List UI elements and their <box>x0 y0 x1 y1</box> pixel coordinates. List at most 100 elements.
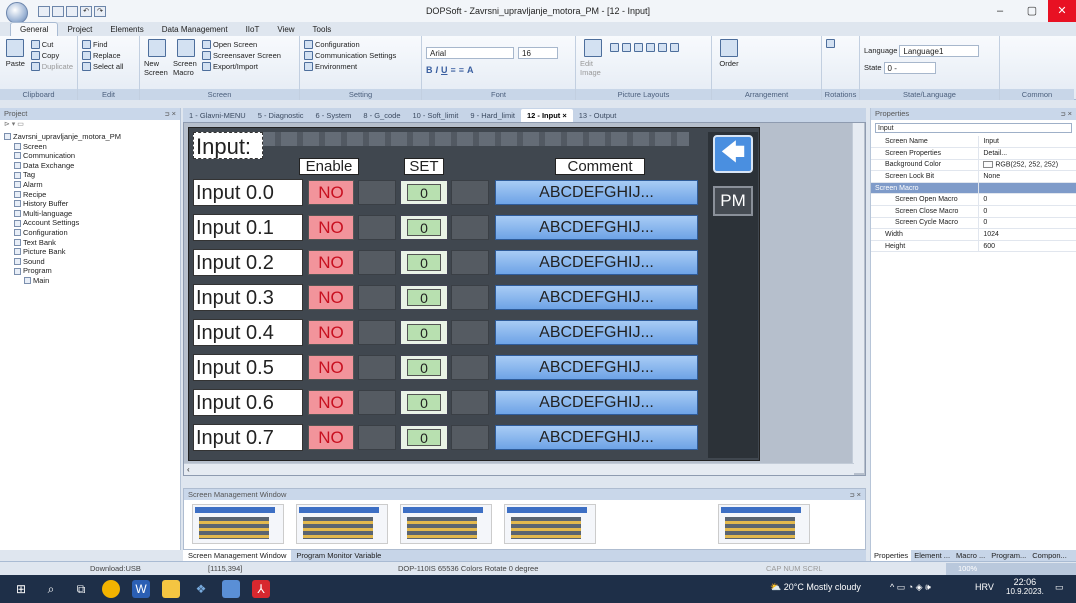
input-label[interactable]: Input 0.2 <box>193 249 303 276</box>
property-row[interactable]: Screen Cycle Macro 0 <box>871 217 1076 230</box>
properties-tab[interactable]: Element ... <box>911 550 953 561</box>
input-label[interactable]: Input 0.0 <box>193 179 303 206</box>
find-button[interactable]: Find <box>82 39 135 50</box>
indicator-lamp[interactable] <box>451 215 489 240</box>
comment-field[interactable]: ABCDEFGHIJ... <box>495 390 698 415</box>
panel-close-icon[interactable]: ᴝ × <box>850 489 861 500</box>
undo-icon[interactable]: ↶ <box>80 5 92 17</box>
property-value[interactable]: 0 <box>978 217 1076 230</box>
tree-item[interactable]: Data Exchange <box>4 161 176 171</box>
tab-tools[interactable]: Tools <box>304 23 341 36</box>
select-all-button[interactable]: Select all <box>82 61 135 72</box>
tree-item[interactable]: Sound <box>4 257 176 267</box>
input-label[interactable]: Input 0.4 <box>193 319 303 346</box>
replace-button[interactable]: Replace <box>82 50 135 61</box>
screen-thumbnail[interactable] <box>504 504 596 544</box>
copy-button[interactable]: Copy <box>30 50 73 61</box>
set-button[interactable]: 0 <box>400 285 448 310</box>
tab-data-management[interactable]: Data Management <box>153 23 237 36</box>
property-value[interactable]: 1024 <box>978 228 1076 241</box>
property-row[interactable]: Height 600 <box>871 240 1076 253</box>
screen-tab[interactable]: 5 - Diagnostic <box>252 109 310 122</box>
layout-icon[interactable] <box>634 43 643 52</box>
layout-icon[interactable] <box>670 43 679 52</box>
object-select[interactable]: Input <box>875 123 1072 133</box>
open-screen-button[interactable]: Open Screen <box>202 39 281 50</box>
layout-icon[interactable] <box>646 43 655 52</box>
column-header-comment[interactable]: Comment <box>555 158 645 175</box>
canvas-horizontal-scrollbar[interactable]: ‹ <box>184 463 854 475</box>
design-canvas[interactable]: Input: Enable SET Comment Input 0.0 NO 0 AB… <box>183 122 866 476</box>
tab-project[interactable]: Project <box>58 23 101 36</box>
tree-item[interactable]: History Buffer <box>4 199 176 209</box>
tree-item[interactable]: Communication <box>4 151 176 161</box>
align-icon[interactable]: ≡ <box>451 65 456 75</box>
panel-pin-icon[interactable]: ᴝ × <box>1061 108 1072 120</box>
new-screen-button[interactable]: New Screen <box>144 39 170 77</box>
input-language[interactable]: HRV <box>975 582 994 592</box>
set-button[interactable]: 0 <box>400 180 448 205</box>
tree-item[interactable]: Alarm <box>4 180 176 190</box>
screen-macro-button[interactable]: Screen Macro <box>173 39 199 77</box>
indicator-lamp[interactable] <box>451 355 489 380</box>
comment-field[interactable]: ABCDEFGHIJ... <box>495 355 698 380</box>
property-row[interactable]: Background Color RGB(252, 252, 252) <box>871 159 1076 172</box>
pm-button[interactable]: PM <box>713 186 753 216</box>
tree-item[interactable]: Configuration <box>4 228 176 238</box>
indicator-lamp[interactable] <box>358 320 396 345</box>
export-import-button[interactable]: Export/Import <box>202 61 281 72</box>
canvas-vertical-scrollbar[interactable] <box>852 123 864 473</box>
screen-tab[interactable]: 6 - System <box>310 109 358 122</box>
indicator-lamp[interactable] <box>451 180 489 205</box>
input-label[interactable]: Input 0.3 <box>193 284 303 311</box>
close-button[interactable]: ✕ <box>1048 0 1076 22</box>
property-value[interactable]: 600 <box>978 240 1076 253</box>
indicator-lamp[interactable] <box>358 180 396 205</box>
set-button[interactable]: 0 <box>400 425 448 450</box>
properties-tab[interactable]: Properties <box>871 550 912 561</box>
maximize-button[interactable]: ▢ <box>1016 0 1048 22</box>
chrome-icon[interactable] <box>102 580 120 598</box>
property-value[interactable]: 0 <box>978 193 1076 207</box>
rotate-icon[interactable] <box>826 39 835 48</box>
screen-tab[interactable]: 13 - Output <box>573 109 623 122</box>
properties-tab[interactable]: Macro ... <box>953 550 988 561</box>
indicator-lamp[interactable] <box>358 425 396 450</box>
tab-elements[interactable]: Elements <box>101 23 152 36</box>
screen-thumbnail[interactable] <box>296 504 388 544</box>
property-row[interactable]: Screen Close Macro 0 <box>871 205 1076 218</box>
clock[interactable]: 22:06 10.9.2023. <box>1006 577 1044 597</box>
tree-item[interactable]: Recipe <box>4 190 176 200</box>
indicator-lamp[interactable] <box>451 390 489 415</box>
input-label[interactable]: Input 0.1 <box>193 214 303 241</box>
screen-thumbnail[interactable] <box>718 504 810 544</box>
property-row[interactable]: Screen Properties Detail... <box>871 147 1076 160</box>
state-select[interactable]: 0 - <box>883 61 936 74</box>
task-view-icon[interactable]: ⧉ <box>72 580 90 598</box>
app-icon[interactable]: ❖ <box>192 580 210 598</box>
cut-button[interactable]: Cut <box>30 39 73 50</box>
properties-tab[interactable]: Compon... <box>1029 550 1070 561</box>
tree-item[interactable]: Program <box>4 266 176 276</box>
tab-iiot[interactable]: IIoT <box>237 23 269 36</box>
screen-tab[interactable]: 10 - Soft_limit <box>407 109 465 122</box>
input-label[interactable]: Input 0.7 <box>193 424 303 451</box>
screen-title-label[interactable]: Input: <box>193 132 263 159</box>
align-center-icon[interactable]: ≡ <box>459 65 464 75</box>
enable-toggle-button[interactable]: NO <box>308 215 354 240</box>
open-icon[interactable] <box>52 5 64 17</box>
set-button[interactable]: 0 <box>400 355 448 380</box>
windows-start-icon[interactable]: ⊞ <box>12 580 30 598</box>
indicator-lamp[interactable] <box>451 250 489 275</box>
indicator-lamp[interactable] <box>451 425 489 450</box>
property-row[interactable]: Width 1024 <box>871 228 1076 241</box>
column-header-set[interactable]: SET <box>404 158 444 175</box>
set-button[interactable]: 0 <box>400 390 448 415</box>
search-icon[interactable]: ⌕ <box>42 580 60 598</box>
redo-icon[interactable]: ↷ <box>94 5 106 17</box>
minimize-button[interactable]: – <box>984 0 1016 22</box>
comment-field[interactable]: ABCDEFGHIJ... <box>495 215 698 240</box>
tree-item[interactable]: Picture Bank <box>4 247 176 257</box>
screen-tab[interactable]: 12 - Input × <box>520 109 573 122</box>
properties-tab[interactable]: Program... <box>988 550 1029 561</box>
